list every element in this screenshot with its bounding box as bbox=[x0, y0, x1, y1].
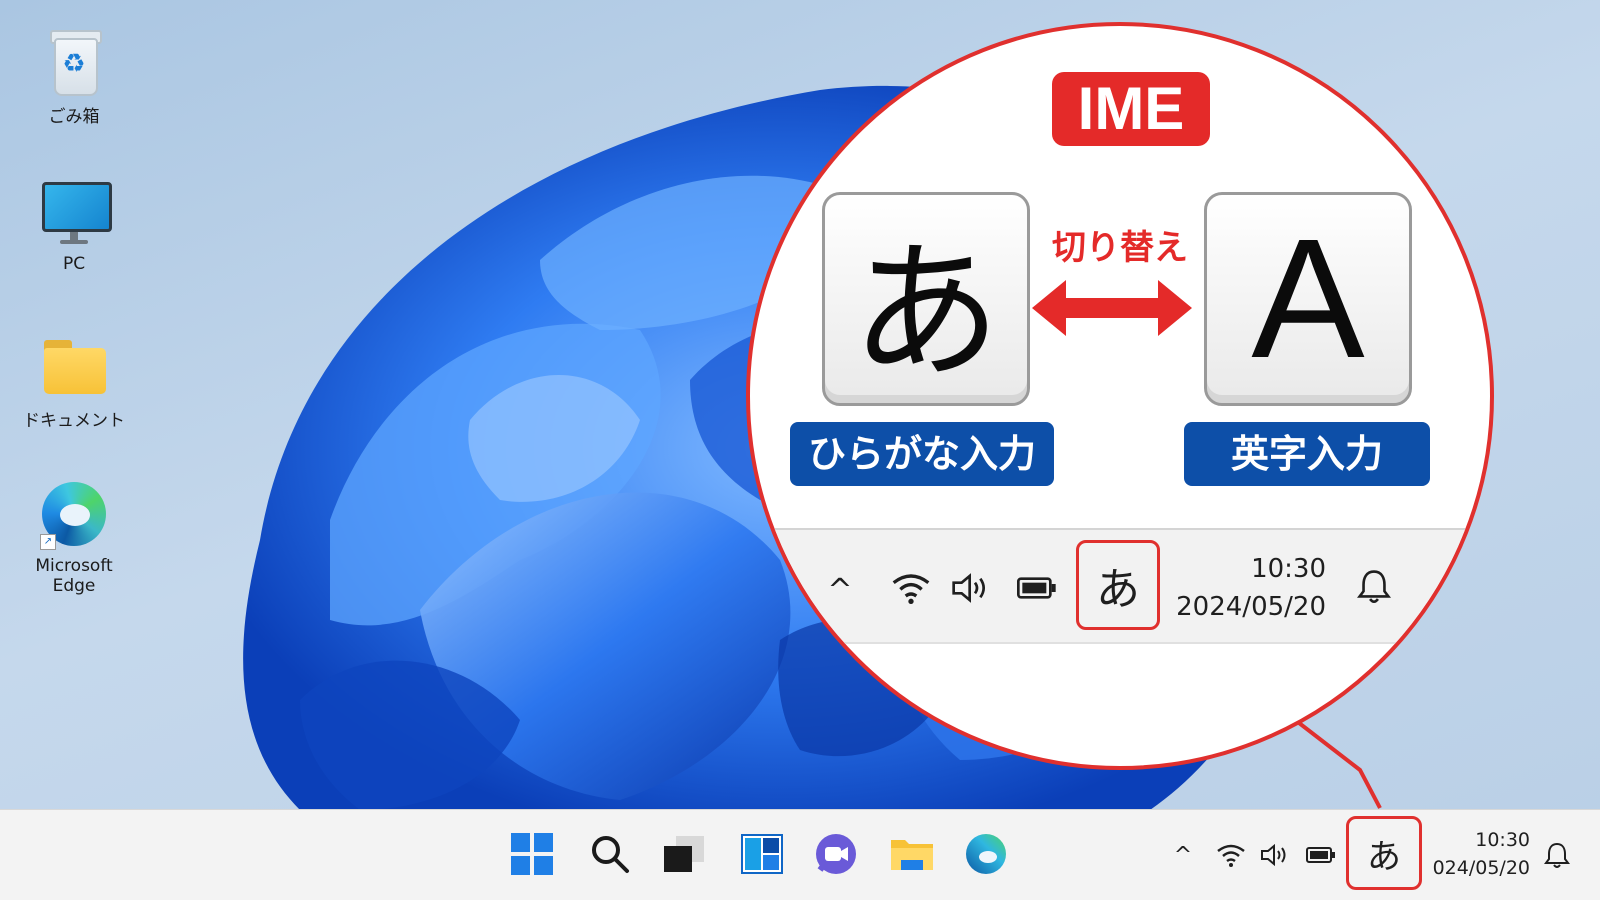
start-icon bbox=[511, 833, 553, 875]
hiragana-mode-label: ひらがな入力 bbox=[790, 422, 1054, 486]
ime-zoom-callout: IME あ 切り替え A ひらがな入力 英字入力 ^ あ 10:30 2024/… bbox=[746, 22, 1494, 770]
widgets-button[interactable] bbox=[738, 830, 786, 878]
wifi-icon bbox=[892, 574, 930, 604]
ime-indicator-label: あ bbox=[1367, 836, 1401, 877]
show-hidden-icons-button[interactable]: ^ bbox=[1168, 840, 1198, 870]
task-view-button[interactable] bbox=[660, 830, 708, 878]
edge-icon bbox=[966, 834, 1006, 874]
clock-date: 2024/05/20 bbox=[1176, 592, 1326, 622]
search-button[interactable] bbox=[586, 830, 634, 878]
battery-button[interactable] bbox=[1304, 840, 1338, 870]
wifi-button[interactable] bbox=[1214, 840, 1248, 870]
double-arrow-icon bbox=[1032, 280, 1192, 336]
widgets-icon bbox=[741, 834, 783, 874]
battery-icon bbox=[1306, 847, 1335, 863]
magnified-battery bbox=[1014, 570, 1060, 606]
volume-button[interactable] bbox=[1258, 840, 1292, 870]
magnified-ime-indicator: あ bbox=[1076, 540, 1160, 630]
clock-date: 024/05/20 bbox=[1432, 857, 1530, 879]
chevron-up-icon: ^ bbox=[827, 572, 853, 608]
hiragana-key-glyph: あ bbox=[850, 225, 1001, 400]
start-button[interactable] bbox=[508, 830, 556, 878]
wifi-icon bbox=[1217, 844, 1245, 867]
ime-mode-indicator[interactable]: あ bbox=[1346, 816, 1422, 890]
magnified-chevron: ^ bbox=[820, 570, 860, 610]
alpha-mode-label: 英字入力 bbox=[1184, 422, 1430, 486]
magnified-volume bbox=[948, 568, 994, 608]
edge-taskbar-button[interactable] bbox=[962, 830, 1010, 878]
magnified-tray: ^ あ 10:30 2024/05/20 bbox=[750, 528, 1490, 644]
chevron-up-icon: ^ bbox=[1173, 842, 1193, 868]
file-explorer-icon bbox=[891, 840, 933, 870]
task-view-icon bbox=[664, 836, 704, 872]
alpha-key-glyph: A bbox=[1251, 204, 1365, 394]
hiragana-key: あ bbox=[822, 192, 1030, 406]
notifications-button[interactable] bbox=[1540, 838, 1574, 872]
clock-time: 10:30 bbox=[1475, 829, 1530, 851]
chat-button[interactable] bbox=[812, 830, 860, 878]
search-icon bbox=[592, 836, 629, 873]
magnified-wifi bbox=[888, 568, 934, 608]
chat-icon bbox=[816, 834, 856, 874]
magnified-clock: 10:30 2024/05/20 bbox=[1168, 548, 1326, 628]
clock-button[interactable]: 10:30 024/05/20 bbox=[1426, 824, 1530, 884]
taskbar: ^ あ 10:30 024/05/20 bbox=[0, 809, 1600, 900]
switch-label: 切り替え bbox=[1052, 228, 1188, 268]
speaker-icon bbox=[952, 573, 985, 603]
bell-icon bbox=[1357, 570, 1391, 603]
battery-icon bbox=[1017, 577, 1056, 599]
clock-time: 10:30 bbox=[1251, 554, 1326, 584]
ime-indicator-label: あ bbox=[1096, 564, 1140, 615]
bell-icon bbox=[1544, 842, 1570, 868]
file-explorer-button[interactable] bbox=[888, 830, 936, 878]
alpha-key: A bbox=[1204, 192, 1412, 406]
speaker-icon bbox=[1261, 843, 1286, 867]
magnified-notifications bbox=[1352, 564, 1396, 608]
ime-badge: IME bbox=[1052, 72, 1210, 146]
